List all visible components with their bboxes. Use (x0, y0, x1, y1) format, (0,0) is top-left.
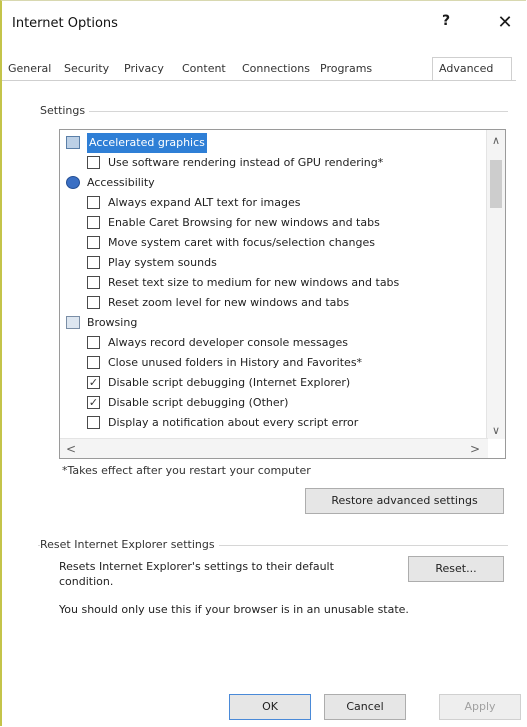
option-label: Disable script debugging (Other) (108, 396, 289, 409)
reset-group-label: Reset Internet Explorer settings (40, 538, 219, 551)
checkbox-checked[interactable]: ✓ (87, 376, 100, 389)
checkbox[interactable] (87, 416, 100, 429)
option-label: Close unused folders in History and Favo… (108, 356, 363, 369)
reset-button[interactable]: Reset... (408, 556, 504, 582)
ok-button[interactable]: OK (229, 694, 311, 720)
window-title: Internet Options (12, 16, 118, 31)
apply-button[interactable]: Apply (439, 694, 521, 720)
tab-general[interactable]: General (8, 59, 51, 79)
reset-description: Resets Internet Explorer's settings to t… (59, 560, 334, 588)
vertical-scrollbar[interactable]: ∧ ∨ (486, 130, 505, 439)
scroll-up-icon[interactable]: ∧ (487, 134, 505, 147)
checkbox[interactable] (87, 296, 100, 309)
tab-strip: General Security Privacy Content Connect… (2, 57, 526, 81)
close-button[interactable]: ✕ (492, 12, 518, 36)
option-label: Always expand ALT text for images (108, 196, 301, 209)
tab-advanced[interactable]: Advanced (432, 57, 512, 81)
checkbox[interactable] (87, 276, 100, 289)
checkbox[interactable] (87, 336, 100, 349)
option-label: Play system sounds (108, 256, 217, 269)
checkbox-checked[interactable]: ✓ (87, 396, 100, 409)
category-label: Accessibility (87, 176, 155, 189)
category-label: Accelerated graphics (87, 133, 207, 153)
folder-icon (66, 316, 80, 329)
tab-privacy[interactable]: Privacy (124, 59, 164, 79)
restore-advanced-settings-button[interactable]: Restore advanced settings (305, 488, 504, 514)
title-bar: Internet Options ? ✕ (2, 1, 526, 45)
option-label: Enable Caret Browsing for new windows an… (108, 216, 380, 229)
horizontal-scrollbar[interactable]: < > (60, 438, 488, 458)
tab-connections[interactable]: Connections (242, 59, 310, 79)
help-button[interactable]: ? (432, 13, 460, 35)
tab-security[interactable]: Security (64, 59, 109, 79)
advanced-settings-list[interactable]: Accelerated graphics Use software render… (59, 129, 506, 459)
checkbox[interactable] (87, 216, 100, 229)
option-label: Display a notification about every scrip… (108, 416, 359, 429)
checkbox[interactable] (87, 236, 100, 249)
tab-content[interactable]: Content (182, 59, 226, 79)
globe-icon (66, 176, 80, 189)
scroll-down-icon[interactable]: ∨ (487, 424, 505, 437)
option-label: Always record developer console messages (108, 336, 348, 349)
restart-note: *Takes effect after you restart your com… (62, 464, 311, 477)
internet-options-dialog: Internet Options ? ✕ General Security Pr… (0, 0, 526, 726)
option-label: Use software rendering instead of GPU re… (108, 156, 384, 169)
category-label: Browsing (87, 316, 138, 329)
settings-group-label: Settings (40, 104, 90, 117)
tab-programs[interactable]: Programs (320, 59, 372, 79)
monitor-icon (66, 136, 80, 149)
scroll-right-icon[interactable]: > (470, 442, 480, 456)
checkbox[interactable] (87, 256, 100, 269)
option-label: Move system caret with focus/selection c… (108, 236, 375, 249)
checkbox[interactable] (87, 356, 100, 369)
option-label: Reset zoom level for new windows and tab… (108, 296, 350, 309)
option-label: Reset text size to medium for new window… (108, 276, 400, 289)
checkbox[interactable] (87, 156, 100, 169)
checkbox[interactable] (87, 196, 100, 209)
scroll-left-icon[interactable]: < (66, 442, 76, 456)
scroll-thumb[interactable] (490, 160, 502, 208)
cancel-button[interactable]: Cancel (324, 694, 406, 720)
warning-text: You should only use this if your browser… (59, 603, 409, 616)
option-label: Disable script debugging (Internet Explo… (108, 376, 351, 389)
settings-group-line (40, 111, 508, 112)
tab-divider (2, 80, 516, 81)
